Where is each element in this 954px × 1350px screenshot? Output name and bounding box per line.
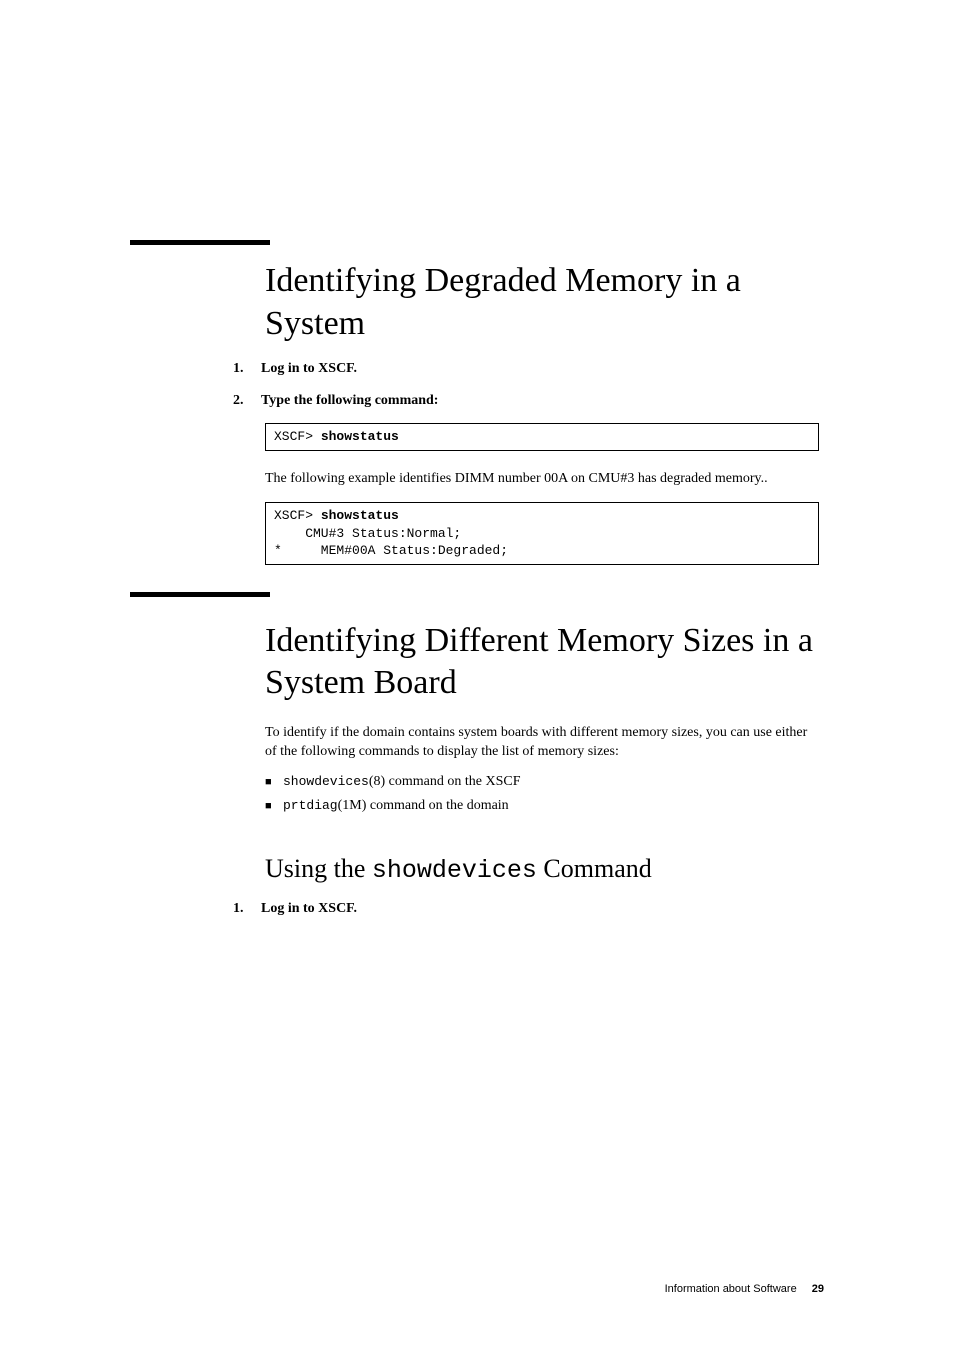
step-number: 2. [233,393,261,409]
code-command: showstatus [321,429,399,444]
step-text: Type the following command: [261,393,438,409]
page-footer: Information about Software 29 [665,1283,824,1295]
section-rule-2 [130,592,270,597]
code-block-1: XSCF> showstatus [265,423,819,451]
code-inline: showdevices [283,774,369,789]
list-item: ■ prtdiag(1M) command on the domain [265,798,824,814]
code-command: showstatus [321,508,399,523]
step-number: 1. [233,361,261,377]
bullet-text: showdevices(8) command on the XSCF [283,774,520,790]
paragraph-2: To identify if the domain contains syste… [265,723,819,762]
bullet-icon: ■ [265,800,283,812]
step-2-1: 1. Log in to XSCF. [233,901,824,917]
subheading-1: Using the showdevices Command [265,854,824,885]
heading-2: Identifying Different Memory Sizes in a … [265,620,824,705]
code-block-2: XSCF> showstatus CMU#3 Status:Normal; * … [265,502,819,565]
code-prompt: XSCF> [274,508,321,523]
code-inline: prtdiag [283,798,338,813]
step-text: Log in to XSCF. [261,361,357,377]
code-output-line: CMU#3 Status:Normal; [274,525,810,543]
step-1-2: 2. Type the following command: [233,393,824,409]
heading-1: Identifying Degraded Memory in a System [265,260,824,345]
step-number: 1. [233,901,261,917]
code-inline-heading: showdevices [372,856,537,885]
code-prompt: XSCF> [274,429,321,444]
bullet-text: prtdiag(1M) command on the domain [283,798,509,814]
list-item: ■ showdevices(8) command on the XSCF [265,774,824,790]
footer-text: Information about Software [665,1283,797,1295]
paragraph-1: The following example identifies DIMM nu… [265,469,819,489]
page-number: 29 [812,1283,824,1295]
section-rule-1 [130,240,270,245]
step-text: Log in to XSCF. [261,901,357,917]
code-output-line: * MEM#00A Status:Degraded; [274,542,810,560]
bullet-icon: ■ [265,776,283,788]
bullet-list: ■ showdevices(8) command on the XSCF ■ p… [265,774,824,814]
step-1-1: 1. Log in to XSCF. [233,361,824,377]
